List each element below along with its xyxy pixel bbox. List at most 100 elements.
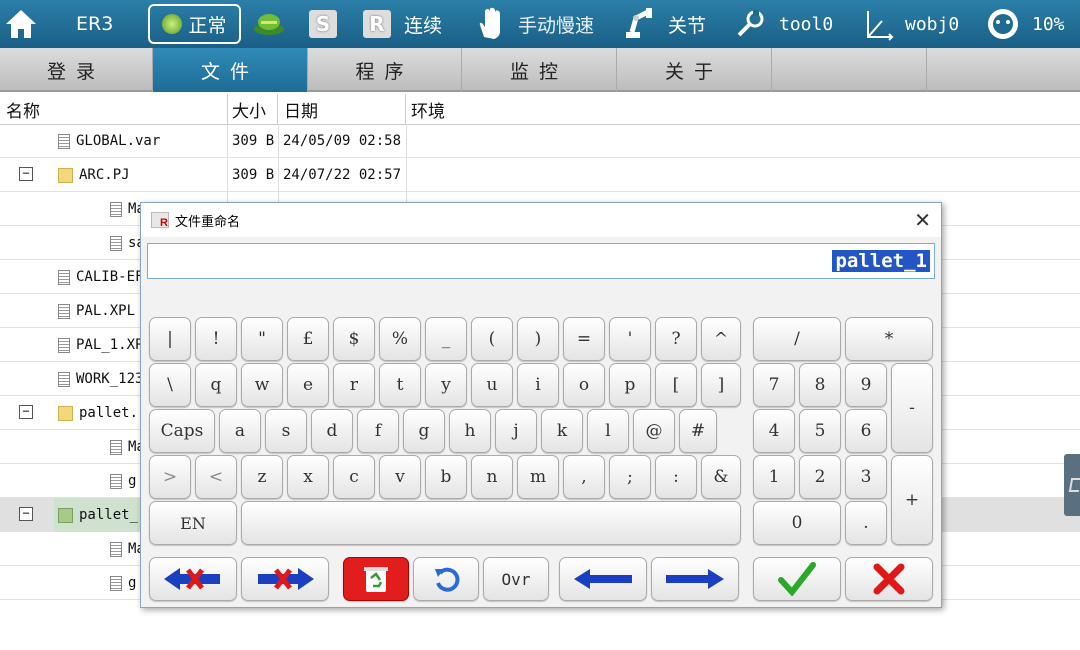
key[interactable]: +: [891, 455, 933, 545]
clear-button[interactable]: [343, 557, 409, 601]
key[interactable]: k: [541, 409, 583, 453]
confirm-button[interactable]: [753, 557, 841, 601]
key[interactable]: 2: [799, 455, 841, 499]
key[interactable]: (: [471, 317, 513, 361]
key[interactable]: ,: [563, 455, 605, 499]
run-mode-label[interactable]: 连续: [404, 0, 442, 48]
key[interactable]: !: [195, 317, 237, 361]
key[interactable]: ;: [609, 455, 651, 499]
key[interactable]: ): [517, 317, 559, 361]
key[interactable]: <: [195, 455, 237, 499]
key[interactable]: ": [241, 317, 283, 361]
coord-mode-label[interactable]: 关节: [668, 0, 706, 48]
collapse-icon[interactable]: −: [19, 167, 33, 181]
delete-left-button[interactable]: [149, 557, 237, 601]
speed-percent[interactable]: 10%: [1032, 0, 1065, 48]
home-icon[interactable]: [4, 0, 40, 48]
key[interactable]: 1: [753, 455, 795, 499]
undo-button[interactable]: [413, 557, 479, 601]
key[interactable]: b: [425, 455, 467, 499]
language-key[interactable]: EN: [149, 501, 237, 545]
key[interactable]: =: [563, 317, 605, 361]
key[interactable]: -: [891, 363, 933, 453]
servo-icon[interactable]: [252, 0, 286, 48]
table-row[interactable]: − ARC.PJ 309 B 24/07/22 02:57: [0, 158, 1080, 192]
key[interactable]: j: [495, 409, 537, 453]
key[interactable]: 5: [799, 409, 841, 453]
tab-program[interactable]: 程序: [308, 48, 462, 92]
key[interactable]: [: [655, 363, 697, 407]
key[interactable]: z: [241, 455, 283, 499]
key[interactable]: 8: [799, 363, 841, 407]
key[interactable]: m: [517, 455, 559, 499]
key[interactable]: u: [471, 363, 513, 407]
key[interactable]: #: [679, 409, 717, 453]
key[interactable]: >: [149, 455, 191, 499]
key[interactable]: l: [587, 409, 629, 453]
key[interactable]: w: [241, 363, 283, 407]
key[interactable]: r: [333, 363, 375, 407]
key[interactable]: d: [311, 409, 353, 453]
key[interactable]: %: [379, 317, 421, 361]
table-row[interactable]: GLOBAL.var 309 B 24/05/09 02:58: [0, 124, 1080, 158]
key[interactable]: a: [219, 409, 261, 453]
space-key[interactable]: [241, 501, 741, 545]
key[interactable]: @: [633, 409, 675, 453]
collapse-icon[interactable]: −: [19, 405, 33, 419]
key[interactable]: &: [701, 455, 741, 499]
col-header-date[interactable]: 日期: [284, 94, 406, 124]
key[interactable]: i: [517, 363, 559, 407]
key[interactable]: *: [845, 317, 933, 361]
cursor-right-button[interactable]: [651, 557, 739, 601]
collapse-icon[interactable]: −: [19, 507, 33, 521]
status-indicator[interactable]: 正常: [148, 4, 241, 44]
col-header-name[interactable]: 名称: [6, 94, 228, 124]
key[interactable]: :: [655, 455, 697, 499]
tab-about[interactable]: 关于: [617, 48, 772, 92]
key[interactable]: /: [753, 317, 841, 361]
key[interactable]: 4: [753, 409, 795, 453]
key[interactable]: £: [287, 317, 329, 361]
key[interactable]: ^: [701, 317, 741, 361]
key[interactable]: t: [379, 363, 421, 407]
col-header-env[interactable]: 环境: [411, 94, 671, 124]
key[interactable]: ?: [655, 317, 697, 361]
cancel-button[interactable]: [845, 557, 933, 601]
key[interactable]: \: [149, 363, 191, 407]
tool-label[interactable]: tool0: [779, 0, 833, 48]
tab-monitor[interactable]: 监控: [462, 48, 617, 92]
key[interactable]: s: [265, 409, 307, 453]
key[interactable]: 7: [753, 363, 795, 407]
cursor-left-button[interactable]: [559, 557, 647, 601]
key[interactable]: p: [609, 363, 651, 407]
key[interactable]: 3: [845, 455, 887, 499]
key[interactable]: g: [403, 409, 445, 453]
rename-input[interactable]: pallet_1: [147, 243, 935, 279]
key[interactable]: y: [425, 363, 467, 407]
mode-s-button[interactable]: S: [309, 0, 337, 48]
key[interactable]: 0: [753, 501, 841, 545]
side-panel-handle[interactable]: [1064, 454, 1080, 516]
speed-mode-label[interactable]: 手动慢速: [518, 0, 594, 48]
key[interactable]: n: [471, 455, 513, 499]
overwrite-toggle-button[interactable]: Ovr: [483, 557, 549, 601]
key[interactable]: x: [287, 455, 329, 499]
key[interactable]: |: [149, 317, 191, 361]
caps-lock-key[interactable]: Caps: [149, 409, 215, 453]
mode-r-button[interactable]: R: [363, 0, 391, 48]
delete-right-button[interactable]: [241, 557, 329, 601]
key[interactable]: c: [333, 455, 375, 499]
key[interactable]: 9: [845, 363, 887, 407]
key[interactable]: v: [379, 455, 421, 499]
key[interactable]: .: [845, 501, 887, 545]
col-header-size[interactable]: 大小: [232, 94, 278, 124]
key[interactable]: 6: [845, 409, 887, 453]
key[interactable]: ': [609, 317, 651, 361]
wobj-label[interactable]: wobj0: [905, 0, 959, 48]
key[interactable]: h: [449, 409, 491, 453]
key[interactable]: _: [425, 317, 467, 361]
tab-file[interactable]: 文件: [153, 48, 308, 92]
key[interactable]: q: [195, 363, 237, 407]
key[interactable]: e: [287, 363, 329, 407]
key[interactable]: f: [357, 409, 399, 453]
